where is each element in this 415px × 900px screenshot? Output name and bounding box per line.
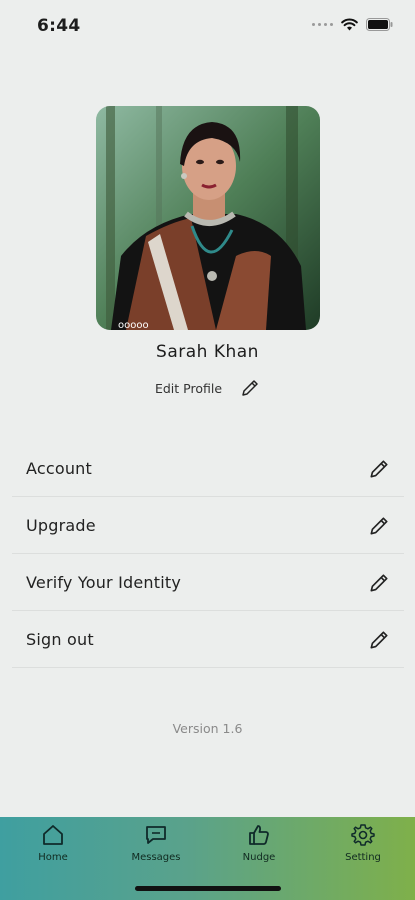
home-icon bbox=[43, 825, 63, 845]
tab-messages[interactable]: Messages bbox=[111, 823, 201, 863]
gear-icon bbox=[351, 824, 375, 846]
status-bar: 6:44 bbox=[0, 0, 415, 54]
pencil-icon[interactable] bbox=[368, 515, 390, 537]
battery-icon bbox=[366, 18, 393, 31]
tab-setting[interactable]: Setting bbox=[318, 823, 408, 863]
edit-profile-button[interactable]: Edit Profile bbox=[0, 376, 415, 400]
settings-menu: Account Upgrade Verify Your Identity Sig… bbox=[12, 441, 404, 669]
tab-label: Nudge bbox=[242, 852, 276, 863]
signal-dots-icon bbox=[312, 23, 333, 26]
menu-item-label: Verify Your Identity bbox=[26, 573, 182, 592]
status-time: 6:44 bbox=[37, 16, 81, 36]
menu-item-label: Account bbox=[26, 459, 93, 478]
pencil-icon[interactable] bbox=[368, 458, 390, 480]
thumbs-up-icon bbox=[249, 825, 269, 845]
message-icon bbox=[146, 826, 166, 844]
tab-label: Messages bbox=[131, 852, 181, 863]
profile-name: Sarah Khan bbox=[156, 342, 259, 362]
menu-item-upgrade[interactable]: Upgrade bbox=[12, 498, 404, 554]
tab-label: Home bbox=[38, 852, 68, 863]
home-indicator bbox=[135, 886, 281, 891]
svg-text:ooooo: ooooo bbox=[118, 320, 149, 330]
menu-item-label: Sign out bbox=[26, 630, 94, 649]
menu-item-label: Upgrade bbox=[26, 516, 96, 535]
menu-item-verify-identity[interactable]: Verify Your Identity bbox=[12, 555, 404, 611]
menu-item-account[interactable]: Account bbox=[12, 441, 404, 497]
profile-photo: ooooo bbox=[96, 106, 320, 330]
pencil-icon[interactable] bbox=[368, 629, 390, 651]
tab-home[interactable]: Home bbox=[8, 823, 98, 863]
tab-label: Setting bbox=[345, 852, 381, 863]
status-icons bbox=[312, 18, 393, 31]
pencil-icon[interactable] bbox=[240, 378, 260, 398]
pencil-icon[interactable] bbox=[368, 572, 390, 594]
version-label: Version 1.6 bbox=[172, 721, 243, 736]
tab-nudge[interactable]: Nudge bbox=[214, 823, 304, 863]
menu-item-sign-out[interactable]: Sign out bbox=[12, 612, 404, 668]
wifi-icon bbox=[341, 18, 358, 31]
edit-profile-label: Edit Profile bbox=[154, 380, 223, 396]
